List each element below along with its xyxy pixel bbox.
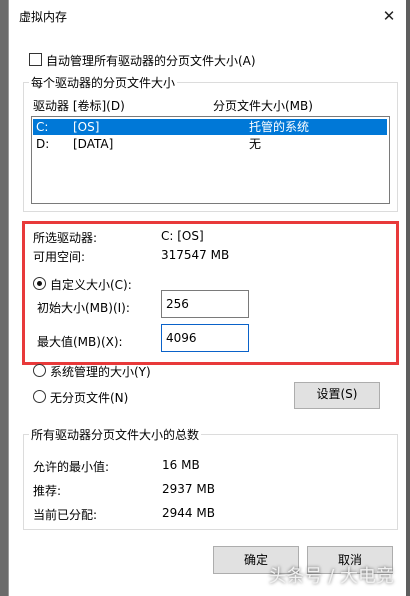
currently-allocated-label: 当前已分配:	[33, 508, 98, 522]
watermark-text: 头条号 / 大电竞	[268, 566, 394, 587]
set-button[interactable]: 设置(S)	[294, 382, 380, 409]
drive-list[interactable]: C: [OS] 托管的系统 D: [DATA] 无	[31, 116, 390, 204]
system-managed-label: 系统管理的大小(Y)	[50, 365, 151, 379]
recommended-value: 2937 MB	[162, 482, 215, 496]
drive-row-c[interactable]: C: [OS] 托管的系统	[33, 119, 387, 135]
highlight-frame	[22, 221, 399, 365]
drive-size: 无	[249, 137, 262, 151]
auto-manage-checkbox[interactable]	[29, 53, 42, 66]
drive-letter: C:	[36, 120, 49, 134]
min-allowed-label: 允许的最小值:	[33, 460, 110, 474]
recommended-label: 推荐:	[33, 484, 62, 498]
close-icon[interactable]: ✕	[377, 4, 401, 28]
background-strip	[406, 0, 410, 596]
column-header-size: 分页文件大小(MB)	[213, 99, 313, 113]
window-title: 虚拟内存	[19, 10, 68, 24]
drives-group-legend: 每个驱动器的分页文件大小	[29, 74, 178, 91]
title-bar: 虚拟内存 ✕	[9, 0, 409, 32]
drive-volume: [DATA]	[73, 137, 114, 151]
totals-group-legend: 所有驱动器分页文件大小的总数	[29, 426, 202, 443]
drive-row-d[interactable]: D: [DATA] 无	[33, 136, 387, 152]
min-allowed-value: 16 MB	[162, 458, 200, 472]
no-paging-label: 无分页文件(N)	[50, 391, 129, 405]
drive-volume: [OS]	[73, 120, 100, 134]
no-paging-radio[interactable]	[33, 390, 46, 403]
column-header-drive: 驱动器 [卷标](D)	[33, 99, 125, 113]
auto-manage-label: 自动管理所有驱动器的分页文件大小(A)	[46, 54, 256, 68]
currently-allocated-value: 2944 MB	[162, 506, 215, 520]
system-managed-radio[interactable]	[33, 364, 46, 377]
drive-letter: D:	[36, 137, 50, 151]
drive-size: 托管的系统	[249, 120, 310, 134]
virtual-memory-dialog: 虚拟内存 ✕ 自动管理所有驱动器的分页文件大小(A) 每个驱动器的分页文件大小 …	[8, 0, 409, 596]
